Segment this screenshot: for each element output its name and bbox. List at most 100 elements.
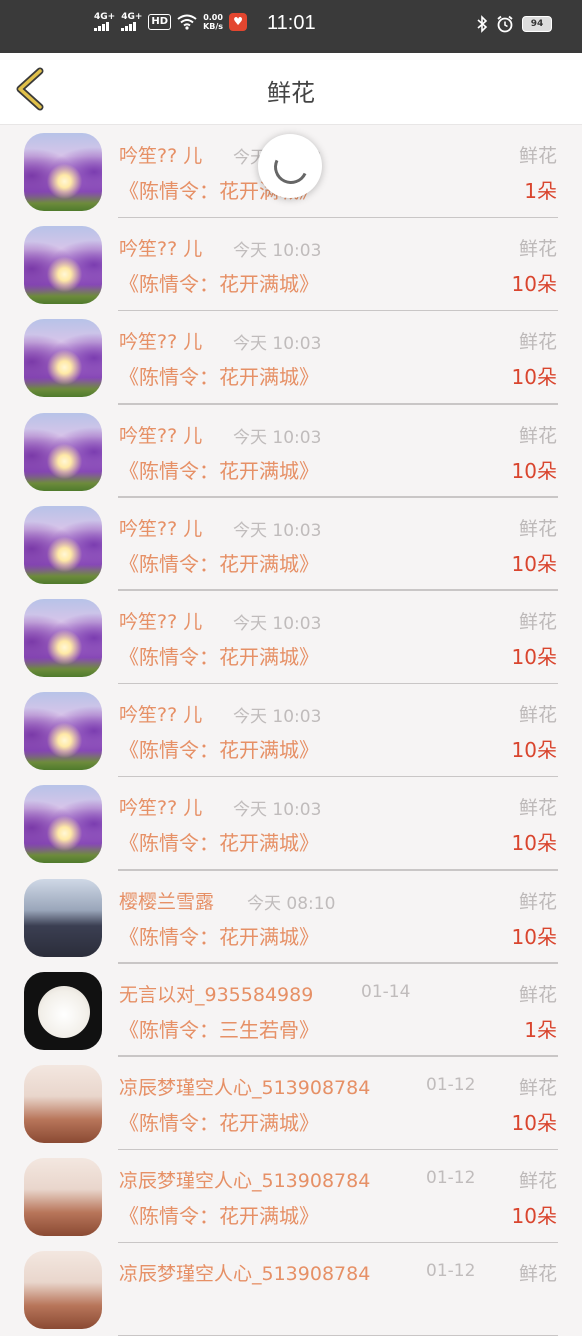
sender-name: 吟笙?? 儿 [119,238,203,261]
sent-time: 01-12 [426,1261,476,1282]
list-item[interactable]: 吟笙?? 儿 今天 10:03 鲜花《陈情令：花开满城》 10朵 [0,311,582,405]
gift-count: 1朵 [524,179,557,203]
battery-icon: 94 [522,16,552,32]
gift-kind: 鲜花 [518,517,557,540]
sender-name: 吟笙?? 儿 [119,610,203,633]
gift-kind: 鲜花 [518,145,557,167]
avatar[interactable] [24,1064,102,1143]
sender-name: 吟笙?? 儿 [119,517,203,540]
avatar[interactable] [24,412,102,491]
list-item[interactable]: 凉辰梦瑾空人心_513908784 01-12 鲜花《陈情令：花开满城》 10朵 [0,1057,582,1151]
avatar[interactable] [24,133,102,211]
sender-name: 樱樱兰雪露 [119,890,215,913]
avatar[interactable] [24,785,102,864]
avatar[interactable] [24,692,102,771]
sender-name: 吟笙?? 儿 [119,145,203,167]
sender-name: 无言以对_935584989 [119,983,314,1006]
avatar[interactable] [24,971,102,1050]
sent-time: 01-12 [426,1168,476,1189]
sent-time: 今天 10:03 [233,800,322,821]
sender-name: 吟笙?? 儿 [119,797,203,820]
list-item[interactable]: 吟笙?? 儿 今天 10:03 鲜花 《陈情令：花开满城》 10朵 [0,405,582,498]
gift-title: 《陈情令：三生若骨》 [119,1017,319,1042]
gift-title: 《陈情令：花开满城》 [119,551,319,576]
gift-count: 10朵 [511,1204,557,1229]
avatar[interactable] [24,878,102,957]
sender-name: 吟笙?? 儿 [119,331,203,354]
list-item[interactable]: 吟笙?? 儿 今天 10:03 鲜花 《陈情令：花开满城》 10朵 [0,498,582,591]
list-item[interactable]: 吟笙?? 儿 今天 10:03 鲜花《陈情令：花开满城》 10朵 [0,777,582,871]
gift-kind: 鲜花 [518,238,557,261]
list-item[interactable]: 樱樱兰雪露 今天 08:10 鲜花《陈情令：花开满城》 10朵 [0,871,582,964]
hd-voice-badge: HD [148,14,172,30]
avatar[interactable] [24,598,102,677]
gift-record-list: 吟笙?? 儿今天 10:03鲜花《陈情令：花开满城》1朵吟笙?? 儿今天 10:… [0,125,582,1336]
signal-2-icon: 4G+ [121,13,142,31]
gift-count: 10朵 [511,644,557,669]
gift-count: 10朵 [511,458,557,483]
gift-kind: 鲜花 [518,424,557,447]
gift-kind: 鲜花 [518,983,557,1006]
gift-title: 《陈情令：花开满城》 [119,831,319,856]
signal-1-icon: 4G+ [94,13,115,31]
avatar[interactable] [24,1158,102,1237]
avatar-face [38,985,90,1038]
gift-count: 10朵 [511,831,557,856]
gift-count: 10朵 [511,1110,557,1135]
alarm-icon [497,15,513,33]
bluetooth-icon [477,15,488,33]
avatar[interactable] [24,226,102,305]
top-nav-bar: 鲜花 [0,53,582,125]
gift-kind: 鲜花 [518,1263,557,1286]
status-time: 11:01 [267,12,316,34]
sender-name: 吟笙?? 儿 [119,704,203,727]
status-right: 94 [476,15,552,33]
gift-count: 10朵 [511,365,557,390]
sent-time: 今天 10:03 [233,613,322,634]
gift-title: 《陈情令：花开满城》 [119,644,319,669]
avatar[interactable] [24,1251,102,1330]
network-type-1: 4G+ [94,12,116,22]
list-item[interactable]: 无言以对_935584989 01-14 鲜花 《陈情令：三生若骨》 1朵 [0,964,582,1057]
gift-kind: 鲜花 [518,1170,557,1193]
gift-count: 10朵 [511,272,557,297]
gift-kind: 鲜花 [518,704,557,727]
sent-time: 今天 08:10 [247,893,336,914]
list-item[interactable]: 吟笙?? 儿 今天 10:03 鲜花 《陈情令：花开满城》 10朵 [0,684,582,778]
gift-title: 《陈情令：花开满城》 [119,1110,319,1135]
sender-name: 凉辰梦瑾空人心_513908784 [119,1076,371,1099]
gift-kind: 鲜花 [518,797,557,820]
net-speed: 0.00 KB/s [203,13,223,31]
list-item[interactable]: 凉辰梦瑾空人心_513908784 01-12 鲜花《陈情令：花开满城》 10朵 [0,1150,582,1244]
gift-kind: 鲜花 [518,610,557,633]
avatar[interactable] [24,505,102,584]
gift-title: 《陈情令：花开满城》 [119,1204,319,1229]
gift-title: 《陈情令：花开满城》 [119,365,319,390]
gift-kind: 鲜花 [518,890,557,913]
wifi-icon [177,14,197,30]
gift-title: 《陈情令：花开满城》 [119,738,319,763]
net-speed-value: 0.00 [203,13,223,22]
gift-title: 《陈情令：花开满城》 [119,458,319,483]
sent-time: 01-12 [426,1074,476,1095]
sent-time: 今天 10:03 [233,241,322,262]
loading-spinner [258,134,322,198]
list-item[interactable]: 凉辰梦瑾空人心_513908784 01-12 鲜花 [0,1243,582,1336]
sent-time: 今天 10:03 [233,520,322,541]
loading-spinner-icon [269,145,313,189]
sender-name: 凉辰梦瑾空人心_513908784 [119,1263,371,1286]
status-left: 4G+ 4G+ HD 0.00 KB/s ♥ [94,13,248,31]
gift-kind: 鲜花 [518,331,557,354]
gift-kind: 鲜花 [518,1076,557,1099]
sender-name: 凉辰梦瑾空人心_513908784 [119,1170,371,1193]
avatar[interactable] [24,319,102,398]
sent-time: 今天 10:03 [233,334,322,355]
gift-count: 10朵 [511,924,557,949]
gift-count: 1朵 [524,1017,557,1042]
sent-time: 今天 10:03 [233,427,322,448]
list-item[interactable]: 吟笙?? 儿 今天 10:03 鲜花《陈情令：花开满城》 10朵 [0,591,582,685]
gift-title: 《陈情令：花开满城》 [119,272,319,297]
app-notification-icon: ♥ [229,13,248,31]
list-item[interactable]: 吟笙?? 儿 今天 10:03 鲜花《陈情令：花开满城》 10朵 [0,218,582,312]
gift-title: 《陈情令：花开满城》 [119,924,319,949]
